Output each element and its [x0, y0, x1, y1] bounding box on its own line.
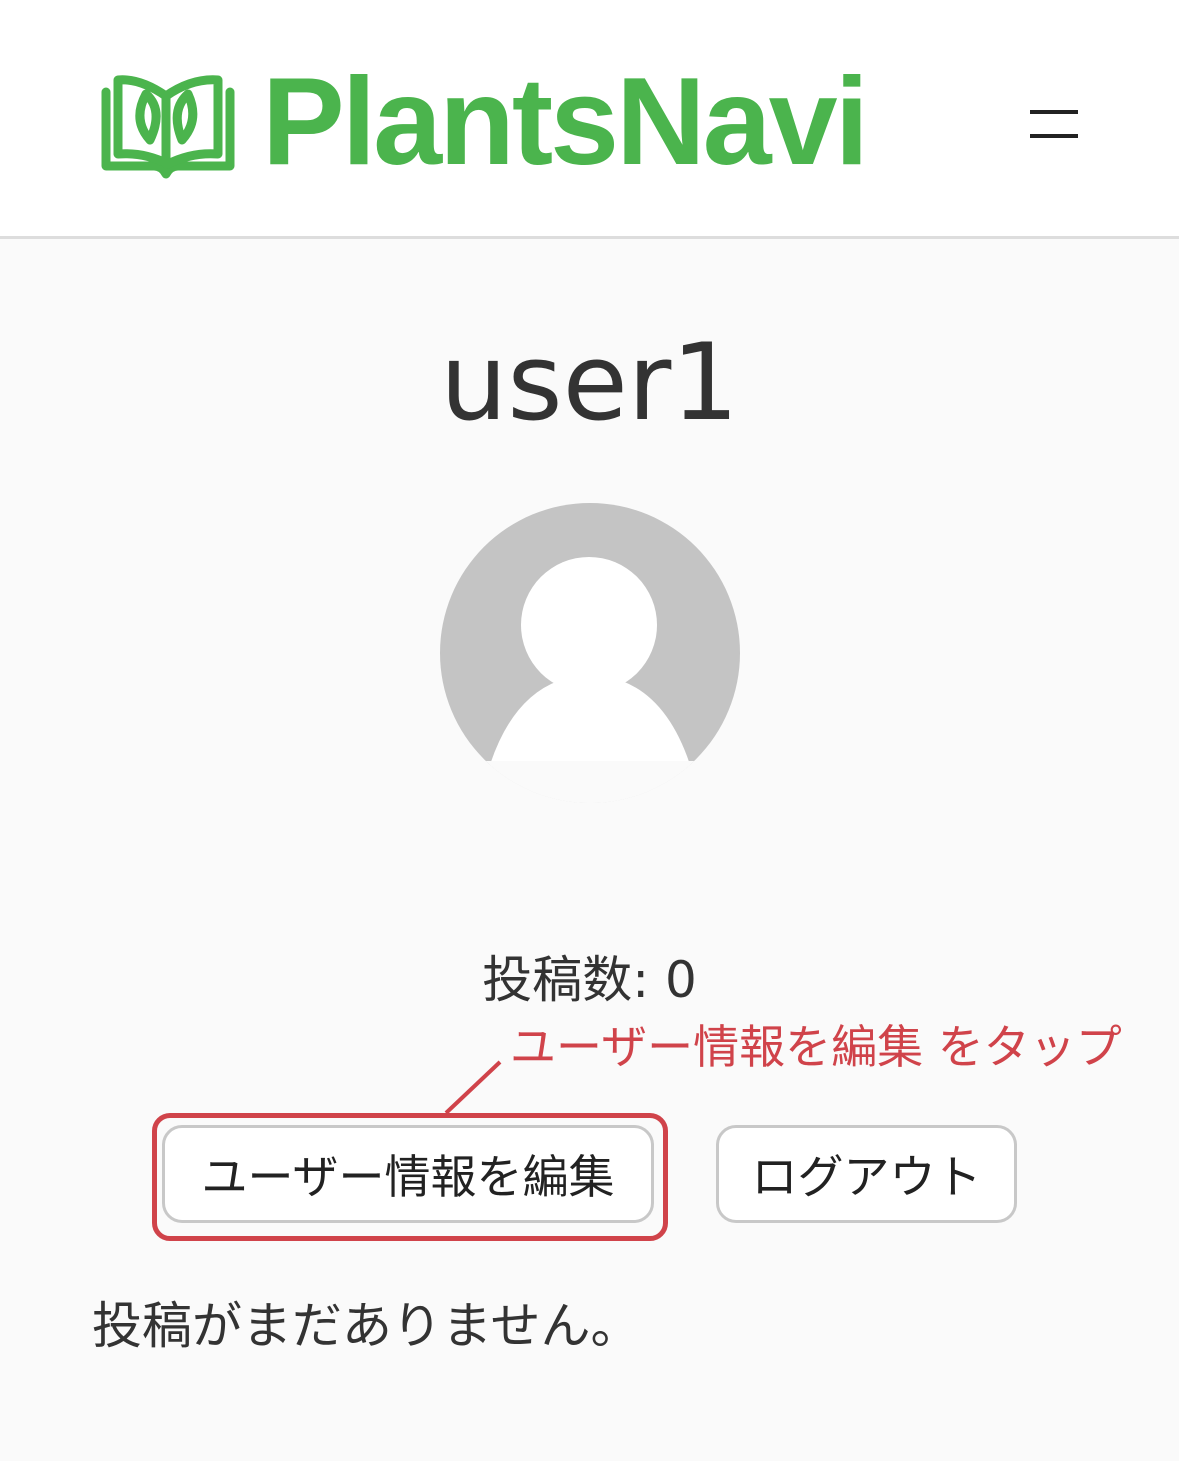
edit-user-info-button[interactable]: ユーザー情報を編集: [162, 1125, 654, 1223]
post-count: 投稿数: 0: [482, 951, 697, 1009]
default-user-avatar-icon: [440, 503, 740, 803]
logout-button[interactable]: ログアウト: [716, 1125, 1017, 1223]
hamburger-menu-icon-line: [1030, 134, 1078, 138]
open-book-leaf-icon: [101, 75, 235, 179]
hamburger-menu-icon: [1030, 110, 1078, 114]
app-header: PlantsNavi: [0, 0, 1179, 239]
logo-text[interactable]: PlantsNavi: [262, 52, 869, 192]
profile-username: user1: [440, 321, 739, 444]
annotation-tap-instruction: ユーザー情報を編集 をタップ: [510, 1020, 1122, 1074]
hamburger-menu-button[interactable]: [1018, 96, 1090, 152]
no-posts-message: 投稿がまだありません。: [92, 1297, 641, 1355]
